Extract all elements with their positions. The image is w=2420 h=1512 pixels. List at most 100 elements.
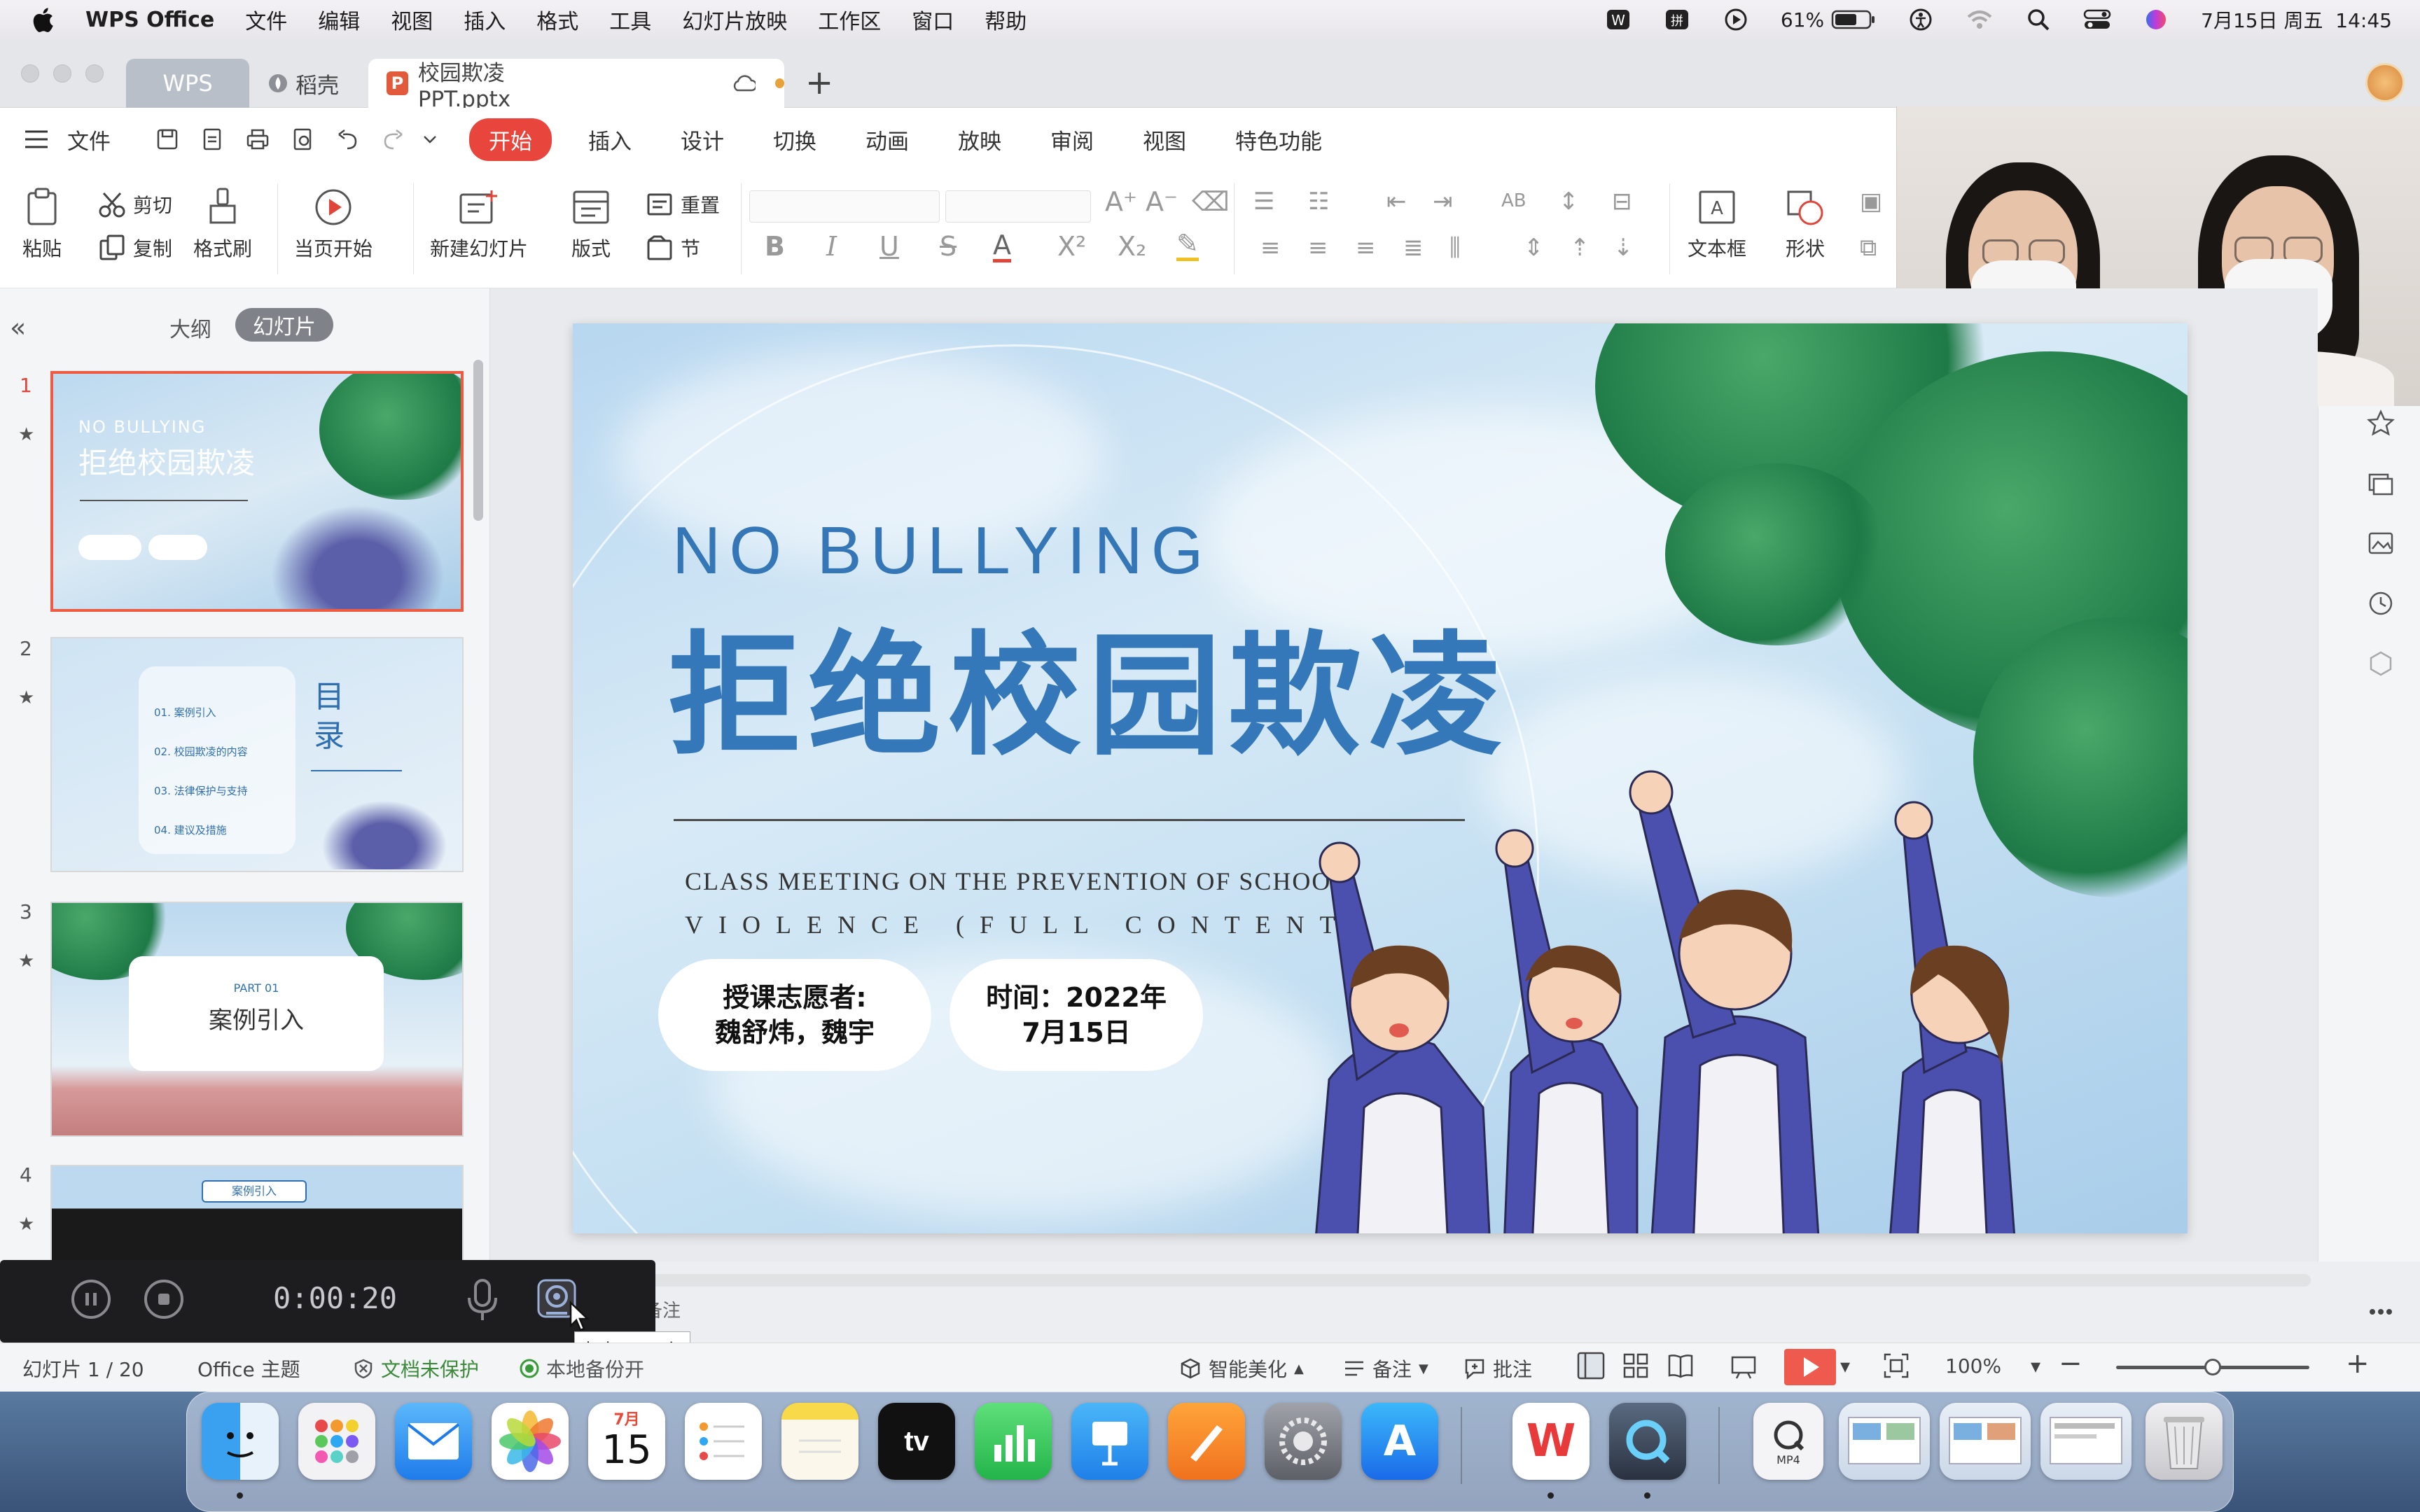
package-icon[interactable] [2365, 648, 2396, 679]
cut-button[interactable]: 剪切 [98, 190, 172, 218]
align-center-icon[interactable]: ≡ [1308, 234, 1328, 262]
microphone-button[interactable] [465, 1278, 500, 1324]
collapse-panel-icon[interactable]: « [10, 312, 26, 343]
zoom-slider-thumb[interactable] [2204, 1359, 2221, 1376]
apple-icon[interactable] [32, 6, 57, 34]
justify-icon[interactable]: ≣ [1403, 234, 1424, 262]
export-pdf-icon[interactable] [200, 127, 224, 151]
zoom-dropdown-icon[interactable]: ▾ [2031, 1354, 2040, 1378]
current-slide[interactable]: NO BULLYING 拒绝校园欺凌 CLASS MEETING ON THE … [573, 323, 2188, 1233]
textbox-button[interactable]: A 文本框 [1688, 188, 1746, 262]
copy-button[interactable]: 复制 [98, 234, 172, 262]
undo-icon[interactable] [336, 127, 360, 151]
cloud-sync-icon[interactable] [730, 74, 756, 93]
reset-button[interactable]: 重置 [646, 190, 720, 218]
menu-app-name[interactable]: WPS Office [85, 8, 214, 32]
mail-app-icon[interactable] [395, 1403, 472, 1480]
strikethrough-icon[interactable]: S [940, 231, 957, 262]
document-protection-status[interactable]: 文档未保护 [353, 1354, 479, 1382]
reminders-app-icon[interactable] [685, 1403, 762, 1480]
quick-access-dropdown-icon[interactable] [422, 131, 438, 148]
decrease-font-icon[interactable]: A⁻ [1146, 186, 1178, 217]
bullets-icon[interactable]: ☰ [1253, 188, 1274, 216]
start-slideshow-button[interactable] [1784, 1349, 1836, 1385]
slide-subtitle-line2[interactable]: VIOLENCE (FULL CONTENT) [685, 910, 1375, 939]
zoom-level[interactable]: 100% [1945, 1354, 2001, 1378]
picture-icon[interactable]: ▣ [1860, 188, 1882, 216]
file-menu-button[interactable]: 文件 [67, 124, 111, 155]
local-backup-status[interactable]: 本地备份开 [520, 1354, 644, 1382]
print-preview-icon[interactable] [291, 127, 315, 151]
tab-slideshow[interactable]: 放映 [958, 124, 1001, 155]
theme-name[interactable]: Office 主题 [197, 1354, 300, 1382]
notes-toggle-button[interactable]: 备注 ▼ [1343, 1354, 1428, 1382]
increase-indent-icon[interactable]: ⇥ [1433, 188, 1453, 216]
menu-view[interactable]: 视图 [391, 4, 433, 35]
menu-window[interactable]: 窗口 [912, 4, 954, 35]
shape-button[interactable]: 形状 [1784, 188, 1826, 262]
accessibility-icon[interactable] [1907, 8, 1935, 31]
normal-view-button[interactable] [1577, 1352, 1605, 1380]
tab-home[interactable]: 开始 [469, 118, 552, 161]
tab-animations[interactable]: 动画 [865, 124, 909, 155]
highlight-icon[interactable]: ✎ [1176, 230, 1199, 261]
distribute-icon[interactable]: ⫼ [1449, 234, 1461, 262]
para-after-icon[interactable]: ⇣ [1613, 234, 1634, 262]
finder-app-icon[interactable] [202, 1403, 279, 1480]
slide-title-english[interactable]: NO BULLYING [672, 512, 1211, 589]
trash-app-icon[interactable] [2146, 1403, 2223, 1480]
play-status-icon[interactable] [1722, 8, 1750, 31]
outline-tab[interactable]: 大纲 [169, 312, 211, 343]
font-color-icon[interactable]: A [993, 231, 1011, 262]
date-info-box[interactable]: 时间：2022年 7月15日 [950, 959, 1203, 1071]
history-icon[interactable] [2365, 588, 2396, 619]
tab-wps-home[interactable]: WPS [126, 59, 249, 108]
tab-insert[interactable]: 插入 [588, 124, 632, 155]
bold-icon[interactable]: B [765, 231, 785, 262]
menu-workspace[interactable]: 工作区 [818, 4, 881, 35]
mp4-file-icon[interactable]: MP4 [1753, 1403, 1823, 1480]
tab-special-features[interactable]: 特色功能 [1235, 124, 1322, 155]
numbering-icon[interactable]: ☷ [1308, 188, 1329, 216]
section-button[interactable]: 节 [646, 234, 700, 262]
play-current-button[interactable]: 当页开始 [294, 188, 373, 262]
wps-status-icon[interactable]: W [1604, 8, 1632, 31]
slide-thumbnail-4[interactable]: 案例引入 [50, 1165, 464, 1261]
user-avatar[interactable] [2365, 63, 2405, 102]
increase-font-icon[interactable]: A⁺ [1105, 186, 1137, 217]
slide-sorter-view-button[interactable] [1622, 1352, 1650, 1380]
align-text-icon[interactable]: ⊟ [1612, 188, 1632, 216]
tab-transitions[interactable]: 切换 [773, 124, 816, 155]
horizontal-scrollbar[interactable] [574, 1274, 2311, 1287]
window-zoom-button[interactable] [85, 64, 104, 83]
battery-indicator[interactable]: 61% [1781, 8, 1876, 31]
para-spacing-icon[interactable]: ⇕ [1524, 234, 1544, 262]
zoom-in-button[interactable]: + [2346, 1348, 2370, 1380]
siri-icon[interactable] [2142, 8, 2170, 31]
slide-subtitle-line1[interactable]: CLASS MEETING ON THE PREVENTION OF SCHOO… [685, 867, 1348, 896]
tab-design[interactable]: 设计 [681, 124, 724, 155]
wps-office-app-icon[interactable]: W [1512, 1403, 1590, 1480]
slideshow-dropdown-icon[interactable]: ▾ [1840, 1354, 1850, 1378]
input-method-icon[interactable]: 拼 [1663, 8, 1691, 31]
wifi-icon[interactable] [1966, 8, 1994, 31]
align-right-icon[interactable]: ≡ [1356, 234, 1376, 262]
tab-view[interactable]: 视图 [1143, 124, 1186, 155]
menu-tools[interactable]: 工具 [609, 4, 651, 35]
underline-icon[interactable]: U [879, 231, 899, 262]
line-spacing-icon[interactable]: ↕ [1559, 188, 1579, 216]
screenshot-file-2[interactable] [1940, 1403, 2031, 1480]
spotlight-search-icon[interactable] [2024, 8, 2052, 31]
quicktime-app-icon[interactable] [1609, 1403, 1686, 1480]
paste-button[interactable]: 粘贴 [21, 188, 63, 262]
window-minimize-button[interactable] [53, 64, 71, 83]
text-direction-icon[interactable]: AB [1501, 190, 1527, 211]
zoom-out-button[interactable]: − [2059, 1348, 2082, 1380]
menubar-clock[interactable]: 7月15日 周五 14:45 [2201, 6, 2392, 34]
screenshot-file-1[interactable] [1839, 1403, 1930, 1480]
screenshot-file-3[interactable] [2040, 1403, 2132, 1480]
photos-app-icon[interactable] [492, 1403, 569, 1480]
tab-document[interactable]: P 校园欺凌PPT.pptx [368, 59, 784, 112]
pages-app-icon[interactable] [1168, 1403, 1245, 1480]
control-center-icon[interactable] [2083, 8, 2111, 31]
